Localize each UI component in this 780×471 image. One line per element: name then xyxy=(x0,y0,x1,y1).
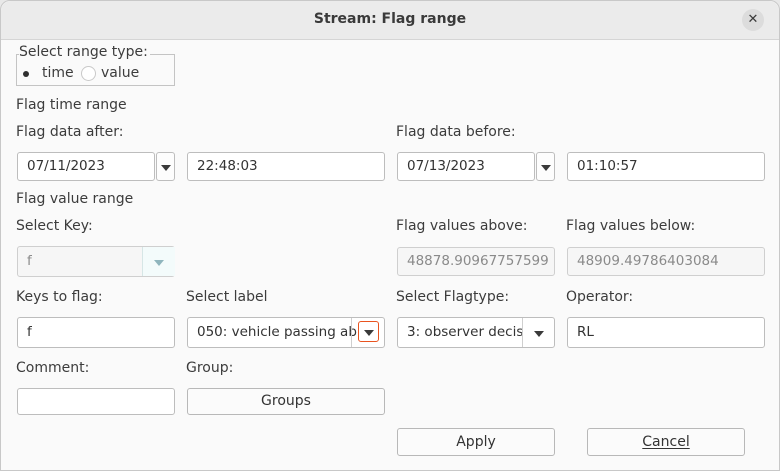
select-flagtype-dropdown-button[interactable] xyxy=(523,318,554,347)
select-label-value: 050: vehicle passing ab xyxy=(197,324,357,340)
close-icon: ✕ xyxy=(747,12,759,27)
values-below-label: Flag values below: xyxy=(566,218,696,234)
radio-selected-dot xyxy=(23,71,29,77)
select-key-label: Select Key: xyxy=(16,218,93,234)
value-range-heading: Flag value range xyxy=(16,191,134,207)
chevron-down-icon xyxy=(154,259,164,266)
keys-to-flag-label: Keys to flag: xyxy=(16,289,103,305)
select-label-dropdown-button[interactable] xyxy=(358,321,379,342)
comment-input[interactable] xyxy=(17,388,175,415)
values-above-input[interactable]: 48878.90967757599 xyxy=(397,247,555,276)
flag-after-label: Flag data after: xyxy=(16,124,124,140)
select-key-dropdown-button[interactable] xyxy=(142,247,175,276)
window-title: Stream: Flag range xyxy=(313,11,467,27)
radio-time[interactable]: time xyxy=(23,65,83,84)
radio-value[interactable]: value xyxy=(81,65,141,84)
values-below-input[interactable]: 48909.49786403084 xyxy=(567,247,765,276)
chevron-down-icon xyxy=(160,164,171,171)
radio-value-label: value xyxy=(101,65,140,81)
dialog-window: Stream: Flag range ✕ Select range type: … xyxy=(0,0,780,471)
comment-label: Comment: xyxy=(16,360,90,376)
keys-to-flag-input[interactable]: f xyxy=(17,317,175,348)
select-label-combobox[interactable]: 050: vehicle passing ab xyxy=(187,317,385,348)
flag-before-label: Flag data before: xyxy=(396,124,516,140)
operator-label: Operator: xyxy=(566,289,634,305)
values-above-label: Flag values above: xyxy=(396,218,528,234)
chevron-down-icon xyxy=(363,329,374,336)
after-date-dropdown-button[interactable] xyxy=(156,152,175,181)
range-type-legend: Select range type: xyxy=(19,44,150,60)
radio-unselected-circle xyxy=(81,66,96,81)
before-date-dropdown-button[interactable] xyxy=(536,152,555,181)
cancel-button[interactable]: Cancel xyxy=(587,428,745,456)
time-range-heading: Flag time range xyxy=(16,97,127,113)
apply-button[interactable]: Apply xyxy=(397,428,555,456)
groups-button[interactable]: Groups xyxy=(187,388,385,415)
select-flagtype-label: Select Flagtype: xyxy=(396,289,510,305)
radio-time-label: time xyxy=(42,65,74,81)
select-flagtype-value: 3: observer decis xyxy=(407,324,524,340)
before-date-input[interactable]: 07/13/2023 xyxy=(397,152,535,181)
combobox-divider xyxy=(351,318,352,347)
operator-input[interactable]: RL xyxy=(567,317,765,348)
chevron-down-icon xyxy=(533,330,544,337)
select-label-label: Select label xyxy=(186,289,268,305)
title-bar: Stream: Flag range ✕ xyxy=(1,1,779,40)
select-key-value: f xyxy=(27,253,32,269)
after-time-input[interactable]: 22:48:03 xyxy=(187,152,385,181)
close-button[interactable]: ✕ xyxy=(742,9,764,31)
chevron-down-icon xyxy=(540,164,551,171)
after-date-input[interactable]: 07/11/2023 xyxy=(17,152,155,181)
group-label: Group: xyxy=(186,360,234,376)
before-time-input[interactable]: 01:10:57 xyxy=(567,152,765,181)
